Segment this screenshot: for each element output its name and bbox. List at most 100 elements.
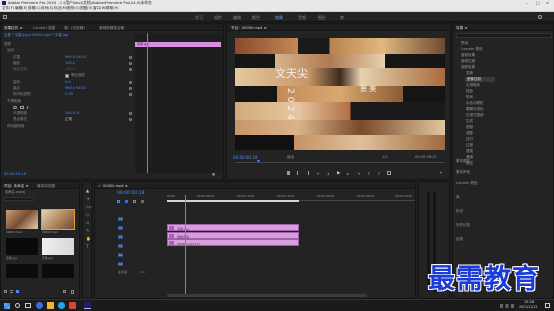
project-thumbnail[interactable] bbox=[6, 238, 38, 255]
clock-date[interactable]: 2021/11/12 bbox=[519, 305, 537, 309]
qq-icon[interactable] bbox=[58, 302, 65, 309]
effects-tree-item[interactable]: 沉浸式视频 bbox=[466, 113, 484, 118]
project-thumbnail[interactable] bbox=[42, 264, 74, 278]
pen-mask-icon[interactable] bbox=[26, 106, 31, 109]
effects-tree-item[interactable]: 过渡 bbox=[466, 143, 473, 148]
mark-out-icon[interactable] bbox=[307, 171, 309, 175]
master-volume-value[interactable]: 0.0 bbox=[140, 271, 145, 274]
icon-view-icon[interactable] bbox=[16, 290, 19, 293]
snap-icon[interactable] bbox=[117, 200, 120, 203]
project-thumbnail[interactable] bbox=[42, 238, 74, 255]
tab-media-browser[interactable]: 媒体浏览器 bbox=[37, 184, 55, 189]
timeline-scrollbar[interactable] bbox=[167, 294, 367, 297]
opacity-value[interactable]: 100.0 % bbox=[65, 111, 79, 116]
keyframe-reset-icon[interactable] bbox=[129, 62, 133, 66]
menu-view[interactable]: 视图(V) bbox=[80, 7, 92, 11]
program-scrubber[interactable] bbox=[235, 162, 445, 163]
workspace-editing[interactable]: 编辑 bbox=[233, 15, 241, 21]
track-label-v1[interactable]: V1 bbox=[118, 235, 123, 239]
tab-effect-controls[interactable]: 效果控件 ≡ bbox=[4, 26, 23, 31]
effect-controls-timecode[interactable]: 00:00:00:18 bbox=[4, 172, 26, 177]
track-label-a1[interactable]: A1 bbox=[118, 244, 123, 248]
timeline-timecode[interactable]: 00:00:00:18 bbox=[117, 191, 144, 197]
linked-selection-icon[interactable] bbox=[125, 200, 128, 203]
home-icon[interactable] bbox=[3, 15, 7, 19]
close-tab-icon[interactable]: × bbox=[98, 184, 101, 188]
menu-file[interactable]: 文件(F) bbox=[2, 7, 14, 11]
play-icon[interactable]: ▶ bbox=[337, 171, 340, 176]
trash-icon[interactable] bbox=[71, 290, 74, 294]
timeline-clip-v2[interactable]: 颜色遮罩 bbox=[167, 232, 299, 239]
track-label-v2[interactable]: V2 bbox=[118, 226, 123, 230]
notification-icon[interactable] bbox=[545, 303, 550, 308]
effects-panel-title[interactable]: 效果 ≡ bbox=[456, 26, 467, 31]
program-monitor-title[interactable]: 节目：00000.mp4 ≡ bbox=[231, 26, 267, 31]
type-tool-icon[interactable]: T bbox=[86, 244, 88, 249]
lock-icon[interactable] bbox=[4, 290, 7, 293]
scale-width-value[interactable]: 100.0 bbox=[65, 67, 75, 72]
effects-tree-item[interactable]: 实用程序 bbox=[466, 83, 480, 88]
project-thumbnail[interactable] bbox=[6, 210, 38, 229]
timeline-clip-v1[interactable]: 00000.mp4 [V] bbox=[167, 239, 299, 246]
tab-lumetri-scopes[interactable]: Lumetri 范围 bbox=[33, 26, 55, 31]
anti-flicker-value[interactable]: 0.00 bbox=[65, 92, 73, 97]
time-remap-label[interactable]: 时间重映射 bbox=[7, 124, 25, 129]
uniform-scale-checkbox[interactable] bbox=[65, 74, 69, 78]
clip-tag-bar[interactable]: 字幕.jpg bbox=[135, 42, 221, 47]
work-area-bar[interactable] bbox=[167, 200, 299, 202]
workspace-libraries[interactable]: 库 bbox=[340, 15, 344, 21]
extract-icon[interactable]: ⇧ bbox=[377, 171, 380, 176]
workspace-assembly[interactable]: 组件 bbox=[214, 15, 222, 21]
track-label-a3[interactable]: A3 bbox=[118, 262, 123, 266]
tray-icons[interactable] bbox=[500, 304, 514, 308]
export-frame-icon[interactable] bbox=[387, 171, 391, 175]
menu-clip[interactable]: 剪辑(C) bbox=[28, 7, 41, 11]
panel-markers[interactable]: 标记 bbox=[456, 209, 463, 214]
effects-tree-item-selected[interactable]: 图像控制 bbox=[467, 77, 481, 82]
razor-tool-icon[interactable]: ◇ bbox=[86, 212, 89, 217]
slip-tool-icon[interactable]: ⇔ bbox=[86, 220, 89, 225]
effects-tree-item[interactable]: 扭曲 bbox=[466, 89, 473, 94]
step-back-icon[interactable]: ◂ bbox=[327, 171, 329, 176]
step-forward-icon[interactable]: ▸ bbox=[347, 171, 349, 176]
effects-tree-item[interactable]: 透视 bbox=[466, 149, 473, 154]
workspace-learn[interactable]: 学习 bbox=[195, 15, 203, 21]
rotation-value[interactable]: 0.0 bbox=[65, 80, 71, 85]
search-icon[interactable] bbox=[15, 303, 20, 308]
mini-playhead[interactable] bbox=[147, 33, 148, 173]
panel-history[interactable]: 历史记录 bbox=[456, 223, 470, 228]
maximize-button[interactable]: □ bbox=[536, 1, 540, 5]
add-marker-icon[interactable] bbox=[133, 200, 136, 203]
effects-search-input[interactable] bbox=[456, 33, 552, 38]
task-view-icon[interactable] bbox=[25, 303, 31, 308]
timeline-settings-icon[interactable] bbox=[141, 200, 144, 203]
clock-time[interactable]: 15:26 bbox=[524, 300, 534, 305]
project-search-input[interactable] bbox=[4, 197, 34, 201]
effects-tree-item[interactable]: 生成 bbox=[466, 119, 473, 124]
workspace-color[interactable]: 颜色 bbox=[252, 15, 260, 21]
track-label-a2[interactable]: A2 bbox=[118, 253, 123, 257]
panel-essential-sound[interactable]: 基本声音 bbox=[456, 170, 470, 175]
marker-icon[interactable] bbox=[287, 171, 290, 175]
track-select-tool-icon[interactable]: ⇥ bbox=[86, 196, 89, 201]
filter-icon[interactable] bbox=[212, 173, 215, 176]
workspace-graphics[interactable]: 图形 bbox=[318, 15, 326, 21]
list-view-icon[interactable] bbox=[10, 290, 13, 293]
mark-in-icon[interactable] bbox=[297, 171, 299, 175]
fit-dropdown[interactable]: 适合 bbox=[287, 155, 294, 160]
workspace-audio[interactable]: 音频 bbox=[298, 15, 306, 21]
keyframe-reset-icon[interactable] bbox=[129, 81, 133, 85]
tab-source[interactable]: 源：(无剪辑) bbox=[64, 26, 85, 31]
menu-marker[interactable]: 标记(M) bbox=[54, 7, 67, 11]
effects-tree-item[interactable]: 视频效果 bbox=[461, 65, 475, 70]
keyframe-reset-icon[interactable] bbox=[129, 112, 133, 116]
opacity-section-label[interactable]: 不透明度 bbox=[7, 99, 21, 104]
menu-graphics[interactable]: 图形(G) bbox=[67, 7, 80, 11]
effects-tree-item[interactable]: 调整 bbox=[466, 131, 473, 136]
effects-tree-item[interactable]: 变换 bbox=[466, 71, 473, 76]
panel-essential-graphics[interactable]: 基本图形 bbox=[456, 159, 470, 164]
timeline-clip-v3[interactable]: 字幕.jpg bbox=[167, 224, 299, 231]
tab-project[interactable]: 项目: 未命名 ≡ bbox=[4, 184, 28, 189]
effects-tree-item[interactable]: Lumetri 预设 bbox=[461, 47, 483, 52]
project-thumbnail[interactable] bbox=[6, 264, 38, 278]
